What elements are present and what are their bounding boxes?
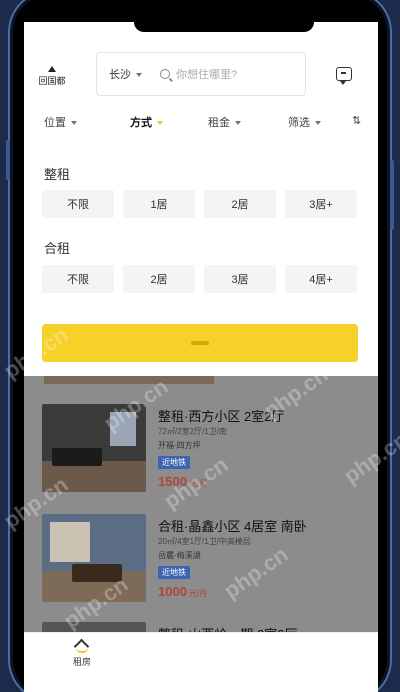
chevron-down-icon <box>157 121 163 126</box>
listing-address: 开福·四方坪 <box>158 441 201 450</box>
tab-price-label: 租金 <box>208 117 230 129</box>
tab-filter[interactable]: 筛选 <box>288 114 321 130</box>
sort-icon: ⇅ <box>352 115 362 127</box>
chevron-down-icon <box>136 73 142 78</box>
tab-filter-label: 筛选 <box>288 117 310 129</box>
shared-rent-option[interactable]: 不限 <box>42 265 114 293</box>
chevron-down-icon <box>315 121 321 126</box>
home-button[interactable]: 回国都 <box>34 60 70 90</box>
whole-rent-title: 整租 <box>44 167 71 182</box>
home-icon <box>48 66 56 72</box>
tab-rent-type[interactable]: 方式 <box>130 114 163 130</box>
tab-sort[interactable]: ⇅ <box>352 114 361 127</box>
tab-rent-label: 租房 <box>72 657 91 667</box>
shared-rent-title: 合租 <box>44 241 71 256</box>
listing-title: 合租·晶鑫小区 4居室 南卧 <box>158 519 307 534</box>
listing-specs: 20㎡/4室1厅/1卫/中高楼层 <box>158 537 251 546</box>
confirm-button[interactable]: 确定 <box>42 324 358 362</box>
top-header: 回国都 长沙 你想住哪里? <box>24 50 378 100</box>
whole-rent-option[interactable]: 不限 <box>42 190 114 218</box>
phone-notch <box>134 22 314 32</box>
search-bar[interactable]: 长沙 你想住哪里? <box>96 52 306 96</box>
tab-rent-type-label: 方式 <box>130 117 152 129</box>
listing-tag: 近地铁 <box>158 566 190 579</box>
whole-rent-option[interactable]: 2居 <box>204 190 276 218</box>
listing-tag: 近地铁 <box>158 456 190 469</box>
price-unit: 元/月 <box>188 589 208 598</box>
house-icon <box>73 638 91 655</box>
tab-price[interactable]: 租金 <box>208 114 241 130</box>
confirm-label: 确定 <box>191 341 209 345</box>
listing-image-edge <box>44 376 214 384</box>
shared-rent-option[interactable]: 2居 <box>123 265 195 293</box>
shared-rent-option[interactable]: 3居 <box>204 265 276 293</box>
home-label: 回国都 <box>38 76 66 86</box>
side-button <box>6 140 10 180</box>
side-button <box>390 160 394 230</box>
listing-specs: 72㎡/2室2厅/1卫/南 <box>158 427 227 436</box>
search-placeholder[interactable]: 你想住哪里? <box>176 66 237 82</box>
listing-area: 整租·西方小区 2室2厅 72㎡/2室2厅/1卫/南 开福·四方坪 近地铁 15… <box>24 376 378 632</box>
price-value: 1000 <box>158 584 187 599</box>
city-selector[interactable]: 长沙 <box>109 66 142 82</box>
message-icon[interactable] <box>336 67 352 85</box>
listing-title: 整租·山西岭一期 2室2厅 <box>158 624 297 632</box>
shared-rent-option[interactable]: 4居+ <box>285 265 357 293</box>
chevron-down-icon <box>71 121 77 126</box>
whole-rent-option[interactable]: 1居 <box>123 190 195 218</box>
search-icon <box>160 69 170 79</box>
tab-location-label: 位置 <box>44 117 66 129</box>
app-screen: 回国都 长沙 你想住哪里? 位置 方式 租金 筛选 ⇅ 整租 不限 1居 2居 … <box>24 22 378 692</box>
tab-location[interactable]: 位置 <box>44 114 77 130</box>
listing-address: 岳麓·梅溪湖 <box>158 551 201 560</box>
listing-photo <box>42 622 146 632</box>
city-label: 长沙 <box>109 69 131 81</box>
filter-bar: 位置 方式 租金 筛选 ⇅ <box>24 110 378 134</box>
bottom-tab-bar: 租房 <box>24 632 378 692</box>
listing-price: 1000 元/月 <box>158 584 207 599</box>
tab-rent-house[interactable]: 租房 <box>64 638 100 668</box>
chevron-down-icon <box>235 121 241 126</box>
whole-rent-option[interactable]: 3居+ <box>285 190 357 218</box>
